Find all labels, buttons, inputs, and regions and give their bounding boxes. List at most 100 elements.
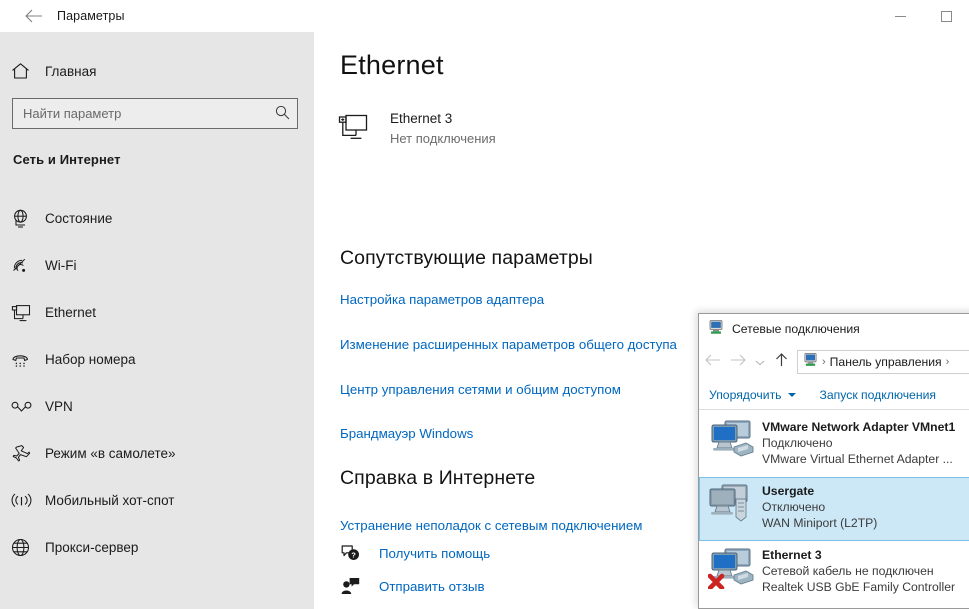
send-feedback-action[interactable]: Отправить отзыв (340, 577, 485, 595)
list-item[interactable]: VMware Network Adapter VMnet1 Подключено… (699, 413, 969, 477)
list-item[interactable]: Usergate Отключено WAN Miniport (L2TP) (699, 477, 969, 541)
maximize-button[interactable] (923, 0, 969, 32)
minimize-icon (894, 15, 906, 17)
explorer-back-button[interactable] (699, 349, 725, 375)
connection-details: Usergate Отключено WAN Miniport (L2TP) (762, 482, 877, 531)
connection-status: Сетевой кабель не подключен (762, 564, 934, 578)
link-network-troubleshooter[interactable]: Устранение неполадок с сетевым подключен… (340, 518, 642, 533)
help-question-icon: ? (340, 544, 360, 562)
explorer-titlebar: Сетевые подключения (699, 314, 969, 344)
sidebar-item-status-label: Состояние (45, 211, 113, 226)
sidebar-item-status[interactable]: Состояние (0, 195, 314, 242)
feedback-person-icon (340, 577, 360, 595)
explorer-up-button[interactable] (769, 349, 793, 375)
connection-name: Ethernet 3 (762, 548, 822, 562)
sidebar-item-proxy-label: Прокси-сервер (45, 540, 139, 555)
breadcrumb-network-connections-icon (803, 352, 818, 372)
breadcrumb-separator-2[interactable]: › (946, 356, 950, 368)
related-settings-heading: Сопутствующие параметры (340, 247, 593, 269)
window-controls (877, 0, 969, 32)
sidebar-item-mobile-hotspot[interactable]: Мобильный хот-спот (0, 477, 314, 524)
toolbar-start-connection-label: Запуск подключения (819, 387, 936, 402)
sidebar-item-home[interactable]: Главная (0, 53, 314, 89)
sidebar-item-dialup-label: Набор номера (45, 352, 136, 367)
connection-status: Подключено (762, 436, 833, 450)
explorer-navigation-bar: › Панель управления › (699, 344, 969, 380)
sidebar-item-airplane-mode[interactable]: Режим «в самолете» (0, 430, 314, 477)
link-advanced-sharing-settings[interactable]: Изменение расширенных параметров общего … (340, 337, 677, 352)
vpn-icon (11, 400, 45, 413)
connection-name: VMware Network Adapter VMnet1 (762, 420, 956, 434)
maximize-icon (940, 10, 952, 22)
minimize-button[interactable] (877, 0, 923, 32)
list-item[interactable]: Ethernet 3 Сетевой кабель не подключен R… (699, 541, 969, 605)
hotspot-icon (11, 492, 45, 509)
ethernet-adapter-status: Нет подключения (390, 131, 496, 146)
connection-status: Отключено (762, 500, 826, 514)
sidebar-item-vpn[interactable]: VPN (0, 383, 314, 430)
back-arrow-icon (704, 353, 720, 371)
proxy-globe-icon (11, 538, 45, 557)
settings-app-window: Параметры Главная Найти параметр Сеть и … (0, 0, 969, 609)
chevron-down-icon (755, 353, 765, 371)
ethernet-icon (11, 304, 45, 322)
airplane-icon (11, 444, 45, 463)
back-button[interactable] (10, 0, 56, 32)
page-title: Ethernet (340, 50, 444, 80)
search-icon (275, 105, 290, 123)
settings-titlebar: Параметры (0, 0, 969, 32)
ethernet-adapter-text: Ethernet 3 Нет подключения (390, 110, 496, 148)
wifi-icon (11, 257, 45, 274)
connection-details: VMware Network Adapter VMnet1 Подключено… (762, 418, 955, 467)
link-adapter-settings[interactable]: Настройка параметров адаптера (340, 292, 544, 307)
sidebar-group-title: Сеть и Интернет (13, 152, 121, 167)
search-button[interactable] (267, 99, 297, 128)
sidebar-item-wifi[interactable]: Wi-Fi (0, 242, 314, 289)
back-arrow-icon (24, 9, 42, 23)
chevron-down-icon (787, 392, 796, 397)
breadcrumb-separator-1[interactable]: › (822, 356, 826, 368)
explorer-toolbar: Упорядочить Запуск подключения (699, 380, 969, 410)
get-help-action[interactable]: ? Получить помощь (340, 544, 490, 562)
ethernet-adapter-name: Ethernet 3 (390, 111, 453, 126)
ethernet-adapter-entry[interactable]: Ethernet 3 Нет подключения (338, 110, 496, 148)
sidebar-item-ethernet[interactable]: Ethernet (0, 289, 314, 336)
connection-device: Realtek USB GbE Family Controller (762, 580, 956, 594)
vpn-connection-icon (708, 482, 762, 530)
settings-window-title: Параметры (57, 9, 125, 23)
sidebar-item-airplane-mode-label: Режим «в самолете» (45, 446, 176, 461)
sidebar-item-dialup[interactable]: Набор номера (0, 336, 314, 383)
link-windows-firewall[interactable]: Брандмауэр Windows (340, 426, 473, 441)
link-network-sharing-center[interactable]: Центр управления сетями и общим доступом (340, 382, 621, 397)
network-adapter-icon (707, 546, 762, 594)
connection-details: Ethernet 3 Сетевой кабель не подключен R… (762, 546, 955, 595)
search-box[interactable] (12, 98, 298, 129)
explorer-window-title: Сетевые подключения (732, 322, 860, 336)
network-connections-window: Сетевые подключения › Панель управления … (698, 313, 969, 609)
search-input[interactable] (13, 99, 267, 128)
sidebar-item-proxy[interactable]: Прокси-сервер (0, 524, 314, 571)
settings-sidebar: Главная Сеть и Интернет (0, 32, 314, 609)
explorer-address-bar[interactable]: › Панель управления › (797, 350, 969, 374)
breadcrumb-item-control-panel[interactable]: Панель управления (830, 355, 942, 369)
toolbar-start-connection-button[interactable]: Запуск подключения (820, 388, 936, 402)
connection-device: VMware Virtual Ethernet Adapter ... (762, 452, 953, 466)
sidebar-item-vpn-label: VPN (45, 399, 73, 414)
send-feedback-label: Отправить отзыв (379, 578, 485, 594)
sidebar-item-wifi-label: Wi-Fi (45, 258, 77, 273)
dialup-phone-icon (11, 351, 45, 368)
connections-list: VMware Network Adapter VMnet1 Подключено… (699, 411, 969, 608)
sidebar-nav-list: Состояние Wi-Fi Ethernet Набор номера VP… (0, 195, 314, 571)
sidebar-item-home-label: Главная (45, 63, 97, 79)
toolbar-organize-button[interactable]: Упорядочить (709, 388, 796, 402)
explorer-forward-button[interactable] (725, 349, 751, 375)
connection-device: WAN Miniport (L2TP) (762, 516, 878, 530)
sidebar-item-ethernet-label: Ethernet (45, 305, 97, 320)
up-arrow-icon (775, 352, 788, 372)
ethernet-monitor-icon (338, 110, 390, 145)
svg-text:?: ? (351, 551, 356, 560)
sidebar-item-mobile-hotspot-label: Мобильный хот-спот (45, 493, 175, 508)
forward-arrow-icon (730, 353, 746, 371)
explorer-recent-locations-button[interactable] (751, 349, 769, 375)
get-help-label: Получить помощь (379, 545, 491, 561)
